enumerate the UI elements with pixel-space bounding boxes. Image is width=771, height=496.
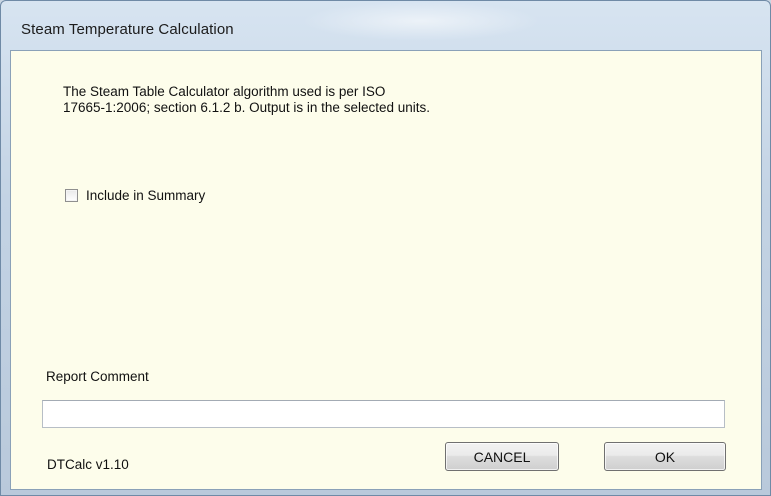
version-label: DTCalc v1.10 [47,457,129,472]
checkbox-box-icon[interactable] [65,189,78,202]
report-comment-label: Report Comment [46,369,149,384]
cancel-button[interactable]: CANCEL [445,442,559,471]
ok-button[interactable]: OK [604,442,726,471]
algorithm-description: The Steam Table Calculator algorithm use… [63,84,583,116]
dialog-client-area: The Steam Table Calculator algorithm use… [10,50,762,490]
window-frame: Steam Temperature Calculation The Steam … [0,0,771,496]
include-in-summary-checkbox[interactable]: Include in Summary [65,188,205,203]
description-line-1: The Steam Table Calculator algorithm use… [63,84,386,99]
include-in-summary-label[interactable]: Include in Summary [86,188,205,203]
description-line-2: 17665-1:2006; section 6.1.2 b. Output is… [63,100,430,115]
window-title: Steam Temperature Calculation [21,21,234,38]
frame-glass-highlight [301,1,541,41]
report-comment-input[interactable] [42,400,725,428]
